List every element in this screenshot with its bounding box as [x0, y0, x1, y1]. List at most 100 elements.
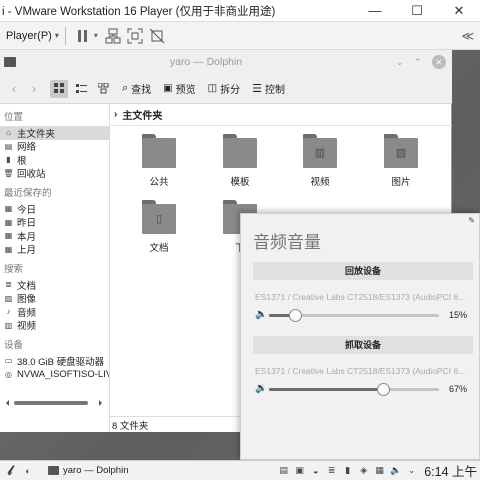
sidebar-item-documents[interactable]: ≣ 文档	[0, 278, 109, 291]
sidebar-item-audio[interactable]: ♪ 音频	[0, 305, 109, 318]
split-button-label: 拆分	[220, 85, 241, 96]
sidebar-item-label: 38.0 GiB 硬盘驱动器	[17, 356, 105, 368]
task-button-dolphin[interactable]: yaro — Dolphin	[48, 465, 128, 476]
status-text: 8 文件夹	[112, 420, 149, 432]
sidebar-item-label: 视频	[17, 321, 37, 332]
clock[interactable]: 6:14 上午	[421, 461, 480, 480]
recent-heading: 最近保存的	[4, 188, 52, 199]
control-button-label: 控制	[264, 85, 285, 96]
sidebar-item-images[interactable]: ▨ 图像	[0, 292, 109, 305]
maximize-button[interactable]: ☐	[396, 3, 438, 19]
unity-button[interactable]	[146, 25, 168, 47]
window-menu-chevron-icon[interactable]: ⌄	[396, 57, 414, 68]
show-desktop-icon[interactable]: ◐	[20, 466, 36, 476]
details-view-icon	[97, 83, 108, 94]
capture-volume-slider[interactable]	[269, 383, 439, 396]
documents-folder-icon: ▯	[142, 200, 176, 234]
sidebar-item-livecd[interactable]: ◎ NVWA_ISOFTISO-LIVECD	[0, 368, 109, 382]
player-menu-label: Player(P)	[6, 29, 52, 42]
unity-icon	[149, 28, 165, 43]
preview-button-label: 预览	[175, 85, 196, 96]
network-tray-icon[interactable]: ▣	[293, 464, 306, 477]
sidebar-item-label: 根	[17, 155, 27, 167]
pin-icon[interactable]: ✎	[468, 216, 475, 225]
sidebar-scrollbar[interactable]	[4, 398, 104, 408]
chevron-down-icon: ▾	[54, 31, 59, 40]
window-close-icon[interactable]: ✕	[432, 55, 446, 69]
sidebar-item-root[interactable]: ▮ 根	[0, 153, 109, 167]
volume-popup-title: 音频音量	[253, 233, 321, 252]
sidebar-item-label: 图像	[17, 294, 37, 305]
forward-icon[interactable]: ›	[24, 81, 44, 96]
root-folder-icon: ▮	[6, 155, 11, 165]
fullscreen-icon	[127, 28, 143, 43]
app-launcher-icon[interactable]: 𝓁	[0, 463, 20, 479]
slider-handle[interactable]	[288, 309, 302, 322]
document-icon: ≣	[5, 280, 12, 290]
sidebar-item-label: 网络	[17, 142, 37, 153]
sidebar-item-this-month[interactable]: ▦ 本月	[0, 229, 109, 242]
volume-tray-icon[interactable]: 🔈	[389, 464, 402, 477]
calendar-icon: ▦	[4, 231, 13, 241]
vmware-title-bar: i - VMware Workstation 16 Player (仅用于非商业…	[0, 0, 480, 22]
folder-item-videos[interactable]: ▥ 视频	[285, 134, 355, 188]
details-view-button[interactable]	[94, 80, 112, 98]
toolbar-divider	[64, 26, 66, 45]
slider-handle[interactable]	[376, 383, 390, 396]
folder-item-pictures[interactable]: ▨ 图片	[366, 134, 436, 188]
fullscreen-button[interactable]	[124, 25, 146, 47]
file-label: 视频	[310, 177, 330, 188]
devices-heading: 设备	[4, 340, 24, 351]
dolphin-toolbar: ‹ › ⌕ 查找 ▣ 预览 ◫ 拆分 ☰ 控制	[0, 74, 452, 104]
speaker-icon[interactable]: 🔈	[255, 309, 267, 320]
speaker-icon[interactable]: 🔉	[255, 383, 267, 394]
sidebar-item-home[interactable]: ⌂ 主文件夹	[0, 126, 109, 140]
pictures-folder-icon: ▨	[384, 134, 418, 168]
expand-tray-chevron-icon[interactable]: ⌄	[405, 464, 418, 477]
folder-item-public[interactable]: 公共	[124, 134, 194, 188]
sidebar-item-trash[interactable]: 🗑 回收站	[0, 167, 109, 180]
folder-icon	[223, 134, 257, 168]
security-icon[interactable]: ◈	[357, 464, 370, 477]
playback-volume-percent: 15%	[448, 310, 467, 320]
pause-dropdown-icon[interactable]: ▾	[94, 31, 98, 40]
preview-button[interactable]: ▣ 预览	[163, 81, 195, 96]
minimize-button[interactable]: —	[354, 3, 396, 18]
sidebar-item-label: 上月	[17, 245, 37, 256]
sidebar-item-network[interactable]: ▤ 网络	[0, 140, 109, 153]
file-label: 公共	[149, 177, 169, 188]
collapse-toolbar-icon[interactable]: ≪	[461, 29, 480, 43]
folder-item-documents[interactable]: ▯ 文档	[124, 200, 194, 254]
window-minimize-icon[interactable]: ⌃	[414, 57, 432, 68]
sidebar-item-label: NVWA_ISOFTISO-LIVECD	[17, 368, 109, 380]
pause-button[interactable]	[72, 25, 94, 47]
folder-item-templates[interactable]: 模板	[205, 134, 275, 188]
split-button[interactable]: ◫ 拆分	[208, 81, 240, 96]
sidebar-item-hard-drive[interactable]: ▭ 38.0 GiB 硬盘驱动器	[0, 354, 109, 368]
sidebar-item-yesterday[interactable]: ▦ 昨日	[0, 216, 109, 229]
breadcrumb-current: 主文件夹	[122, 111, 163, 122]
input-method-icon[interactable]: ≣	[325, 464, 338, 477]
sidebar-item-video[interactable]: ▥ 视频	[0, 319, 109, 332]
dolphin-task-icon	[48, 466, 59, 475]
hamburger-icon: ☰	[252, 83, 262, 95]
control-menu-button[interactable]: ☰ 控制	[252, 81, 285, 96]
breadcrumb[interactable]: › 主文件夹	[110, 104, 452, 126]
sidebar-item-today[interactable]: ▦ 今日	[0, 202, 109, 215]
back-icon[interactable]: ‹	[4, 81, 24, 96]
updates-icon[interactable]: ▦	[373, 464, 386, 477]
icons-view-button[interactable]	[50, 79, 68, 98]
player-menu[interactable]: Player(P) ▾	[0, 30, 59, 42]
notifications-icon[interactable]: ◒	[309, 464, 322, 477]
devices-icon[interactable]: ▮	[341, 464, 354, 477]
search-button[interactable]: ⌕ 查找	[122, 81, 151, 96]
clipboard-icon[interactable]: ▤	[277, 464, 290, 477]
playback-volume-slider[interactable]	[269, 309, 439, 322]
split-icon: ◫	[207, 83, 218, 94]
send-ctrl-alt-del-button[interactable]	[102, 25, 124, 47]
file-label: 模板	[230, 177, 250, 188]
compact-view-button[interactable]	[72, 80, 90, 98]
icons-view-icon	[53, 83, 64, 93]
sidebar-item-last-month[interactable]: ▦ 上月	[0, 243, 109, 256]
close-button[interactable]: ✕	[438, 3, 480, 19]
